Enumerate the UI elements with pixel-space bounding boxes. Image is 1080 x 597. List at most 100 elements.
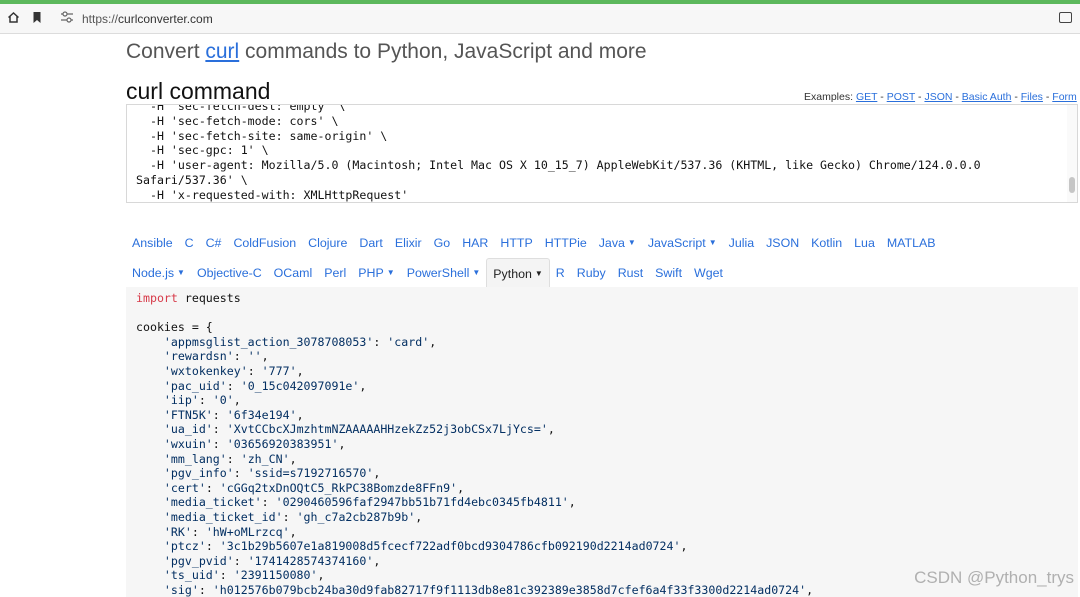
tab-lua[interactable]: Lua [848, 228, 881, 258]
examples-label: Examples: [804, 91, 856, 103]
tab-julia[interactable]: Julia [723, 228, 760, 258]
tab-label: Go [433, 236, 451, 250]
example-link-post[interactable]: POST [887, 91, 915, 103]
tab-objective-c[interactable]: Objective-C [191, 258, 268, 288]
cookie-key: 'FTN5K' [163, 407, 213, 422]
tab-httpie[interactable]: HTTPie [539, 228, 593, 258]
tab-csharp[interactable]: C# [200, 228, 228, 258]
curl-command-input[interactable]: -H 'sec-fetch-dest: empty' \ -H 'sec-fet… [126, 104, 1078, 203]
tab-matlab[interactable]: MATLAB [881, 228, 942, 258]
tab-http[interactable]: HTTP [494, 228, 538, 258]
url-field[interactable]: https://curlconverter.com [82, 12, 213, 26]
example-link-files[interactable]: Files [1021, 91, 1043, 103]
tab-label: HAR [462, 236, 489, 250]
cookie-key: 'cert' [163, 480, 206, 495]
example-link-get[interactable]: GET [856, 91, 877, 103]
address-bar: https://curlconverter.com [0, 4, 1080, 34]
tab-elixir[interactable]: Elixir [389, 228, 428, 258]
tab-powershell[interactable]: PowerShell ▼ [401, 258, 487, 288]
cookie-entry: 'mm_lang': 'zh_CN', [163, 451, 297, 466]
cookie-entry: 'iip': '0', [163, 393, 241, 408]
tab-label: HTTP [500, 236, 533, 250]
curl-link[interactable]: curl [205, 40, 239, 63]
tab-wget[interactable]: Wget [688, 258, 729, 288]
example-link-basic-auth[interactable]: Basic Auth [962, 91, 1012, 103]
cookie-entry: 'ua_id': 'XvtCCbcXJmzhtmNZAAAAAHHzekZz52… [163, 422, 555, 437]
title-suffix: commands to Python, JavaScript and more [239, 40, 647, 63]
curl-line: -H 'sec-fetch-mode: cors' \ [136, 113, 339, 128]
cookie-key: 'rewardsn' [163, 349, 234, 364]
cookie-value: '0_15c042097091e' [240, 378, 360, 393]
tab-clojure[interactable]: Clojure [302, 228, 353, 258]
tab-har[interactable]: HAR [456, 228, 494, 258]
cookie-value: 'zh_CN' [240, 451, 290, 466]
tab-label: Perl [324, 266, 347, 280]
tab-label: Node.js [132, 266, 175, 280]
caret-down-icon: ▼ [472, 268, 481, 277]
cookie-value: 'card' [387, 334, 430, 349]
home-icon[interactable] [6, 11, 20, 25]
cookie-value: '0290460596faf2947bb51b71fd4ebc0345fb481… [275, 495, 569, 510]
tab-c[interactable]: C [179, 228, 200, 258]
language-tabs-row-1: Ansible C C# ColdFusion Clojure Dart Elixir Go H… [126, 228, 942, 258]
tab-kotlin[interactable]: Kotlin [805, 228, 848, 258]
tab-coldfusion[interactable]: ColdFusion [227, 228, 302, 258]
tab-label: Python [493, 267, 532, 281]
curl-line: -H 'sec-fetch-dest: empty' \ [136, 104, 346, 113]
tab-ruby[interactable]: Ruby [571, 258, 612, 288]
tab-label: Swift [655, 266, 683, 280]
tab-go[interactable]: Go [428, 228, 457, 258]
tab-ocaml[interactable]: OCaml [268, 258, 319, 288]
tab-dart[interactable]: Dart [353, 228, 388, 258]
cookie-key: 'appmsglist_action_3078708053' [163, 334, 374, 349]
cookie-key: 'ua_id' [163, 422, 213, 437]
cookie-value: '' [247, 349, 262, 364]
bookmark-icon[interactable] [30, 11, 44, 25]
sidebar-toggle-icon[interactable] [1059, 12, 1072, 23]
cookie-entry: 'media_ticket': '0290460596faf2947bb51b7… [163, 495, 576, 510]
tab-r[interactable]: R [550, 258, 571, 288]
cookie-entry: 'pac_uid': '0_15c042097091e', [163, 378, 367, 393]
tab-php[interactable]: PHP ▼ [352, 258, 400, 288]
curl-line: -H 'sec-fetch-site: same-origin' \ [136, 128, 388, 143]
language-tabs-row-2: Node.js ▼ Objective-C OCaml Perl PHP ▼ PowerShe… [126, 258, 729, 288]
tab-label: Rust [617, 266, 644, 280]
title-prefix: Convert [126, 40, 206, 63]
caret-down-icon: ▼ [177, 268, 185, 277]
cookie-value: '6f34e194' [226, 407, 297, 422]
tab-rust[interactable]: Rust [612, 258, 649, 288]
cookie-entry: 'appmsglist_action_3078708053': 'card', [163, 334, 437, 349]
cookie-entry: 'sig': 'h012576b079bcb24ba30d9fab82717f9… [163, 582, 814, 597]
curl-command-text[interactable]: -H 'sec-fetch-dest: empty' \ -H 'sec-fet… [136, 104, 981, 202]
curl-scrollbar-thumb[interactable] [1069, 177, 1075, 193]
tab-label: Kotlin [811, 236, 843, 250]
tab-label: Julia [728, 236, 755, 250]
example-link-form[interactable]: Form [1052, 91, 1077, 103]
cookie-entry: 'RK': 'hW+oMLrzcq', [163, 524, 297, 539]
cookie-value: 'gh_c7a2cb287b9b' [296, 509, 416, 524]
tab-java[interactable]: Java ▼ [593, 228, 642, 258]
tab-python[interactable]: Python ▼ [486, 258, 550, 288]
caret-down-icon: ▼ [386, 268, 395, 277]
tab-javascript[interactable]: JavaScript ▼ [642, 228, 723, 258]
examples-separator: - [1042, 91, 1053, 103]
tab-label: JSON [766, 236, 800, 250]
tab-label: ColdFusion [233, 236, 297, 250]
tab-perl[interactable]: Perl [318, 258, 352, 288]
python-code: import requests cookies = { 'appmsglist_… [136, 291, 813, 597]
cookie-value: '03656920383951' [226, 436, 339, 451]
site-settings-icon[interactable] [60, 11, 74, 25]
tab-ansible[interactable]: Ansible [126, 228, 179, 258]
curl-scrollbar[interactable] [1067, 105, 1077, 202]
examples-bar: Examples: GET - POST - JSON - Basic Auth… [804, 91, 1077, 103]
tab-label: Lua [854, 236, 875, 250]
example-link-json[interactable]: JSON [924, 91, 952, 103]
tab-node-js[interactable]: Node.js ▼ [126, 258, 191, 288]
curl-line: Safari/537.36' \ [136, 172, 248, 187]
tab-swift[interactable]: Swift [649, 258, 688, 288]
cookie-key: 'ptcz' [163, 539, 206, 554]
generated-code-output[interactable]: import requests cookies = { 'appmsglist_… [126, 287, 1078, 597]
curl-line: -H 'x-requested-with: XMLHttpRequest' [136, 187, 409, 202]
tab-json[interactable]: JSON [760, 228, 805, 258]
cookie-key: 'mm_lang' [163, 451, 227, 466]
